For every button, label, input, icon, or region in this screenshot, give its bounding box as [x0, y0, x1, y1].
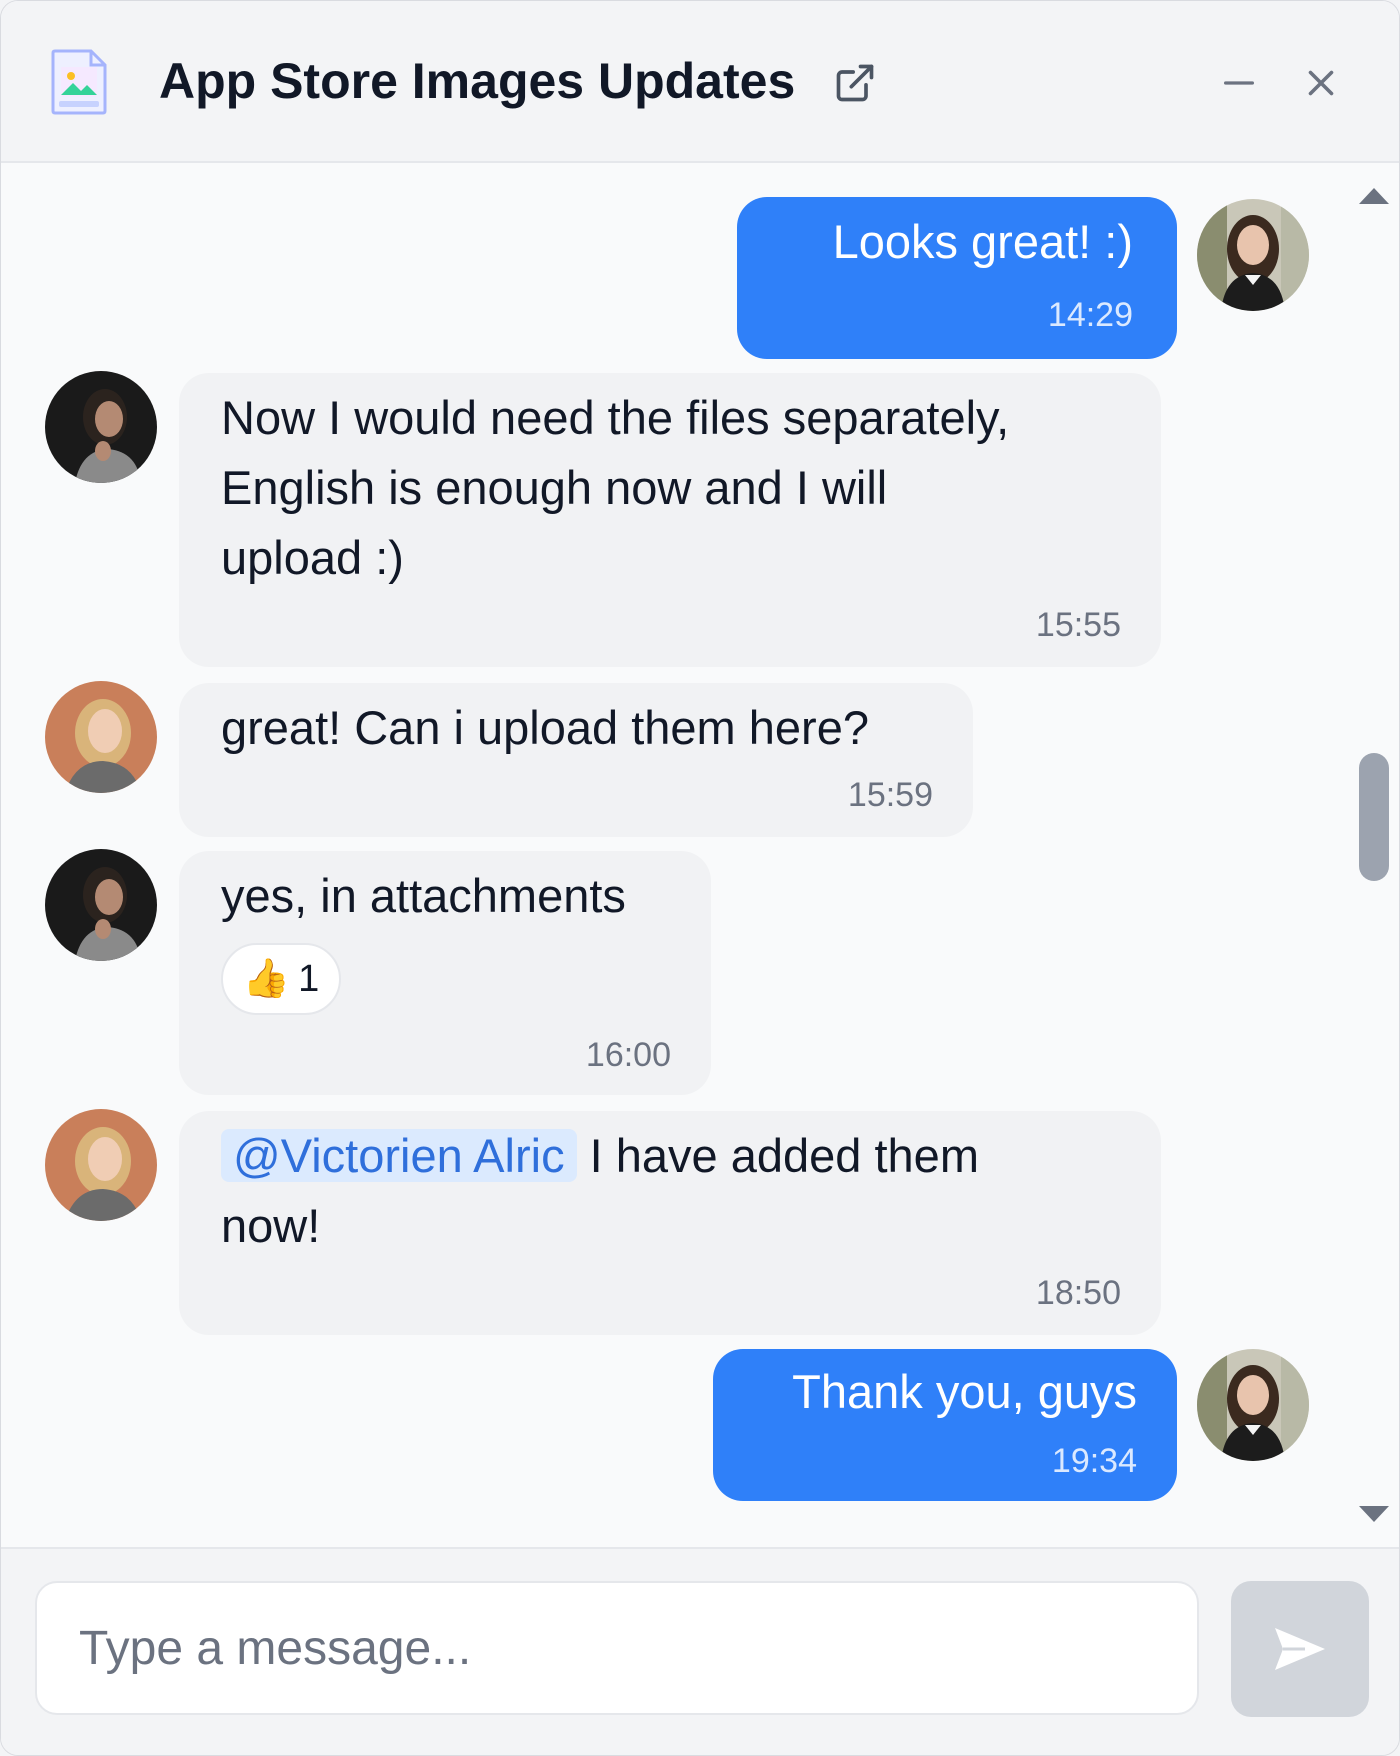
message-text-line: English is enough now and I will: [221, 461, 888, 514]
message-timestamp: 15:59: [847, 776, 933, 814]
message-text: Thank you, guys: [792, 1365, 1137, 1418]
message-timestamp: 14:29: [1047, 296, 1133, 334]
message-text-line: @Victorien Alric I have added them: [221, 1121, 979, 1191]
chat-window: App Store Images Updates Looks great! :)…: [0, 0, 1400, 1756]
chat-header: App Store Images Updates: [1, 1, 1399, 163]
avatar[interactable]: [45, 849, 157, 961]
thumbs-up-icon: 👍: [242, 958, 291, 1000]
message-text: Looks great! :): [832, 215, 1133, 268]
close-icon[interactable]: [1295, 57, 1347, 109]
scrollbar-thumb[interactable]: [1359, 753, 1389, 881]
message-bubble-incoming[interactable]: @Victorien Alric I have added them now! …: [179, 1111, 1161, 1335]
message-text-line: Now I would need the files separately,: [221, 391, 1010, 444]
image-file-icon: [51, 49, 107, 115]
avatar[interactable]: [45, 1109, 157, 1221]
scrollbar[interactable]: [1349, 163, 1399, 1547]
message-text: great! Can i upload them here?: [221, 701, 869, 754]
message-bubble-outgoing[interactable]: Looks great! :) 14:29: [737, 197, 1177, 359]
message-bubble-outgoing[interactable]: Thank you, guys 19:34: [713, 1349, 1177, 1501]
avatar[interactable]: [1197, 199, 1309, 311]
minimize-icon[interactable]: [1213, 57, 1265, 109]
avatar[interactable]: [45, 681, 157, 793]
user-mention[interactable]: @Victorien Alric: [221, 1129, 577, 1182]
message-timestamp: 19:34: [1051, 1442, 1137, 1480]
message-list[interactable]: Looks great! :) 14:29 Now I would need t…: [1, 163, 1349, 1547]
message-text: yes, in attachments: [221, 869, 626, 922]
message-text-fragment: I have added them: [576, 1129, 979, 1182]
message-text-line: upload :): [221, 531, 404, 584]
avatar[interactable]: [45, 371, 157, 483]
message-text-line: now!: [221, 1199, 321, 1252]
message-input[interactable]: [35, 1581, 1199, 1715]
message-bubble-incoming[interactable]: yes, in attachments 👍 1 16:00: [179, 851, 711, 1095]
scroll-up-arrow-icon[interactable]: [1357, 185, 1391, 207]
message-bubble-incoming[interactable]: great! Can i upload them here? 15:59: [179, 683, 973, 837]
message-bubble-incoming[interactable]: Now I would need the files separately, E…: [179, 373, 1161, 667]
message-timestamp: 16:00: [585, 1036, 671, 1074]
message-composer: [1, 1547, 1399, 1755]
reaction-count: 1: [298, 957, 320, 1000]
message-timestamp: 18:50: [1035, 1274, 1121, 1312]
send-button[interactable]: [1231, 1581, 1369, 1717]
send-icon: [1275, 1628, 1325, 1670]
avatar[interactable]: [1197, 1349, 1309, 1461]
scroll-down-arrow-icon[interactable]: [1357, 1503, 1391, 1525]
chat-title: App Store Images Updates: [159, 53, 796, 109]
message-timestamp: 15:55: [1035, 606, 1121, 644]
reaction-chip[interactable]: 👍 1: [221, 943, 341, 1015]
external-link-icon[interactable]: [829, 57, 881, 109]
